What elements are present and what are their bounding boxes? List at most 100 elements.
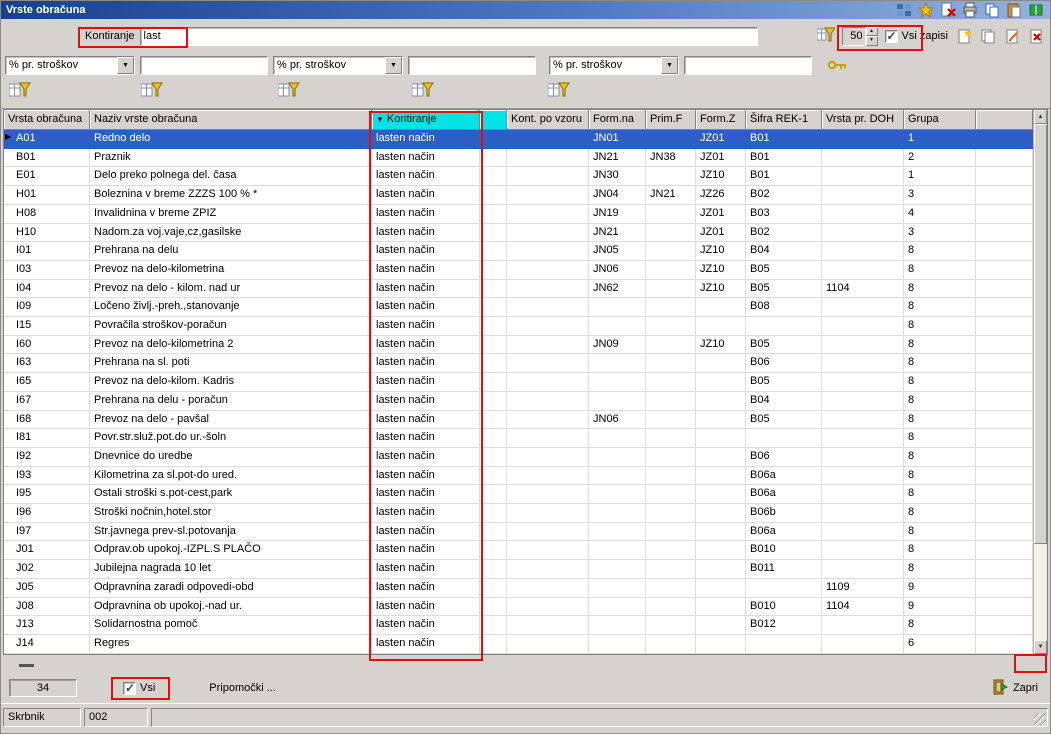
- table-row[interactable]: H01 Boleznina v breme ZZZS 100 % * lasten …: [4, 186, 1033, 205]
- table-cell: [696, 373, 746, 392]
- column-header-Naziv vrste obračuna[interactable]: Naziv vrste obračuna: [90, 110, 372, 130]
- table-row[interactable]: I81 Povr.str.služ.pot.do ur.-šoln lasten n…: [4, 429, 1033, 448]
- chevron-down-icon[interactable]: ▼: [117, 56, 134, 74]
- zapri-button[interactable]: Zapri: [988, 677, 1042, 700]
- duplicate-record-icon[interactable]: [979, 28, 996, 45]
- copy-icon[interactable]: [984, 2, 1000, 18]
- column-filter-icon[interactable]: [8, 82, 31, 98]
- column-header-Grupa[interactable]: Grupa: [904, 110, 976, 130]
- table-row[interactable]: I65 Prevoz na delo-kilom. Kadris lasten na…: [4, 373, 1033, 392]
- table-row[interactable]: I92 Dnevnice do uredbe lasten način B06 8: [4, 447, 1033, 467]
- scroll-up-icon[interactable]: ▲: [1034, 110, 1047, 124]
- spin-down-icon[interactable]: ▼: [865, 36, 878, 46]
- column-header-label: Kontiranje: [386, 113, 437, 125]
- filter-input-2[interactable]: [408, 55, 536, 75]
- table-row[interactable]: H10 Nadom.za voj.vaje,cz,gasilske lasten n…: [4, 223, 1033, 243]
- column-filter-icon[interactable]: [411, 82, 434, 98]
- insert-record-icon[interactable]: [955, 28, 972, 45]
- table-row[interactable]: I96 Stroški nočnin,hotel.stor lasten način…: [4, 504, 1033, 523]
- table-row[interactable]: I97 Str.javnega prev-sl.potovanja lasten n…: [4, 522, 1033, 542]
- table-row[interactable]: J13 Solidarnostna pomoč lasten način B012 8: [4, 616, 1033, 635]
- pripomocki-button[interactable]: Pripomočki ...: [203, 680, 282, 696]
- column-header-Form.Z[interactable]: Form.Z: [696, 110, 746, 130]
- document-delete-icon[interactable]: [940, 2, 956, 18]
- delete-record-icon[interactable]: [1027, 28, 1044, 45]
- scroll-down-icon[interactable]: ▼: [1034, 640, 1047, 654]
- favorite-star-icon[interactable]: [918, 2, 934, 18]
- table-row[interactable]: ▶ A01 Redno delo lasten način JN01 JZ01 B01 1: [4, 130, 1033, 149]
- table-cell: 9: [904, 578, 976, 598]
- table-cell: lasten način: [372, 447, 480, 467]
- table-row[interactable]: I95 Ostali stroški s.pot-cest,park lasten …: [4, 485, 1033, 505]
- vertical-scrollbar-thumb[interactable]: [1034, 124, 1047, 544]
- table-cell: [507, 597, 589, 617]
- column-filter-icon[interactable]: [277, 82, 300, 98]
- table-cell: [480, 616, 507, 635]
- table-row[interactable]: I93 Kilometrina za sl.pot-do ured. lasten …: [4, 466, 1033, 486]
- filter-input-3[interactable]: [684, 55, 812, 75]
- table-cell: [646, 242, 696, 261]
- vsi-checkbox[interactable]: Vsi: [123, 681, 155, 695]
- table-row[interactable]: I04 Prevoz na delo - kilom. nad ur lasten …: [4, 279, 1033, 299]
- table-row[interactable]: I15 Povračila stroškov-poračun lasten nači…: [4, 317, 1033, 336]
- filter-combo-1[interactable]: % pr. stroškov ▼: [5, 55, 135, 75]
- table-cell-filler: [976, 429, 1033, 448]
- column-header-Kontiranje[interactable]: ▼ Kontiranje: [372, 110, 480, 130]
- vsi-zapisi-checkbox[interactable]: Vsi zapisi: [884, 29, 948, 43]
- chevron-down-icon[interactable]: ▼: [385, 56, 402, 74]
- table-row[interactable]: H08 Invalidnina v breme ZPIZ lasten način J…: [4, 204, 1033, 224]
- edit-record-icon[interactable]: [1003, 28, 1020, 45]
- column-header-blank[interactable]: [480, 110, 507, 130]
- page-size-spinner[interactable]: 50 ▲ ▼: [841, 26, 878, 46]
- help-books-icon[interactable]: [1028, 2, 1044, 18]
- filter-combo-2[interactable]: % pr. stroškov ▼: [273, 55, 403, 75]
- table-cell: B010: [746, 541, 822, 561]
- table-row[interactable]: I60 Prevoz na delo-kilometrina 2 lasten na…: [4, 335, 1033, 355]
- advanced-filter-icon[interactable]: [816, 27, 836, 46]
- filter-combo-2-value: % pr. stroškov: [277, 58, 347, 71]
- horizontal-scrollbar[interactable]: [1, 655, 1050, 673]
- table-cell: 1104: [822, 597, 904, 617]
- column-header-Vrsta pr. DOH[interactable]: Vrsta pr. DOH: [822, 110, 904, 130]
- table-row[interactable]: I09 Ločeno življ.-preh.,stanovanje lasten …: [4, 298, 1033, 318]
- column-filter-icon[interactable]: [140, 82, 163, 98]
- table-row[interactable]: J05 Odpravnina zaradi odpovedi-obd lasten …: [4, 578, 1033, 598]
- horizontal-scrollbar-thumb[interactable]: [19, 664, 34, 667]
- key-icon[interactable]: [827, 57, 847, 73]
- column-header-Vrsta obračuna[interactable]: Vrsta obračuna: [4, 110, 90, 130]
- window-tiles-icon[interactable]: [896, 2, 912, 18]
- chevron-down-icon[interactable]: ▼: [661, 56, 678, 74]
- table-cell: 8: [904, 410, 976, 430]
- resize-grip[interactable]: [1034, 713, 1046, 725]
- table-cell: Odprav.ob upokoj.-IZPL.S PLAČO: [90, 541, 372, 561]
- column-header-Kont. po vzoru[interactable]: Kont. po vzoru: [507, 110, 589, 130]
- table-cell: [822, 223, 904, 243]
- table-row[interactable]: I67 Prehrana na delu - poračun lasten nači…: [4, 391, 1033, 411]
- table-cell: J05: [4, 578, 90, 598]
- vertical-scrollbar[interactable]: ▲ ▼: [1033, 110, 1047, 654]
- table-row[interactable]: I03 Prevoz na delo-kilometrina lasten nači…: [4, 260, 1033, 280]
- table-row[interactable]: I01 Prehrana na delu lasten način JN05 JZ10 B…: [4, 242, 1033, 261]
- paste-icon[interactable]: [1006, 2, 1022, 18]
- filter-input-1[interactable]: [140, 55, 268, 75]
- column-filter-icon[interactable]: [547, 82, 570, 98]
- print-icon[interactable]: [962, 2, 978, 18]
- column-header-Šifra REK-1[interactable]: Šifra REK-1: [746, 110, 822, 130]
- table-row[interactable]: E01 Delo preko polnega del. časa lasten na…: [4, 167, 1033, 187]
- filter-combo-3[interactable]: % pr. stroškov ▼: [549, 55, 679, 75]
- column-header-Prim.F[interactable]: Prim.F: [646, 110, 696, 130]
- table-row[interactable]: I63 Prehrana na sl. poti lasten način B06 8: [4, 354, 1033, 374]
- table-row[interactable]: J01 Odprav.ob upokoj.-IZPL.S PLAČO lasten …: [4, 541, 1033, 561]
- table-row[interactable]: J14 Regres lasten način 6: [4, 634, 1033, 654]
- table-cell: [507, 485, 589, 505]
- table-row[interactable]: J02 Jubilejna nagrada 10 let lasten način B…: [4, 560, 1033, 579]
- kontiranje-search-input[interactable]: [139, 26, 758, 46]
- table-row[interactable]: B01 Praznik lasten način JN21 JN38 JZ01 B01 2: [4, 148, 1033, 168]
- table-cell: [507, 167, 589, 187]
- column-header-Form.na[interactable]: Form.na: [589, 110, 646, 130]
- table-cell: 8: [904, 242, 976, 261]
- table-row[interactable]: I68 Prevoz na delo - pavšal lasten način JN…: [4, 410, 1033, 430]
- spin-up-icon[interactable]: ▲: [865, 26, 878, 36]
- sort-desc-icon: ▼: [376, 115, 384, 124]
- table-row[interactable]: J08 Odpravnina ob upokoj.-nad ur. lasten n…: [4, 597, 1033, 617]
